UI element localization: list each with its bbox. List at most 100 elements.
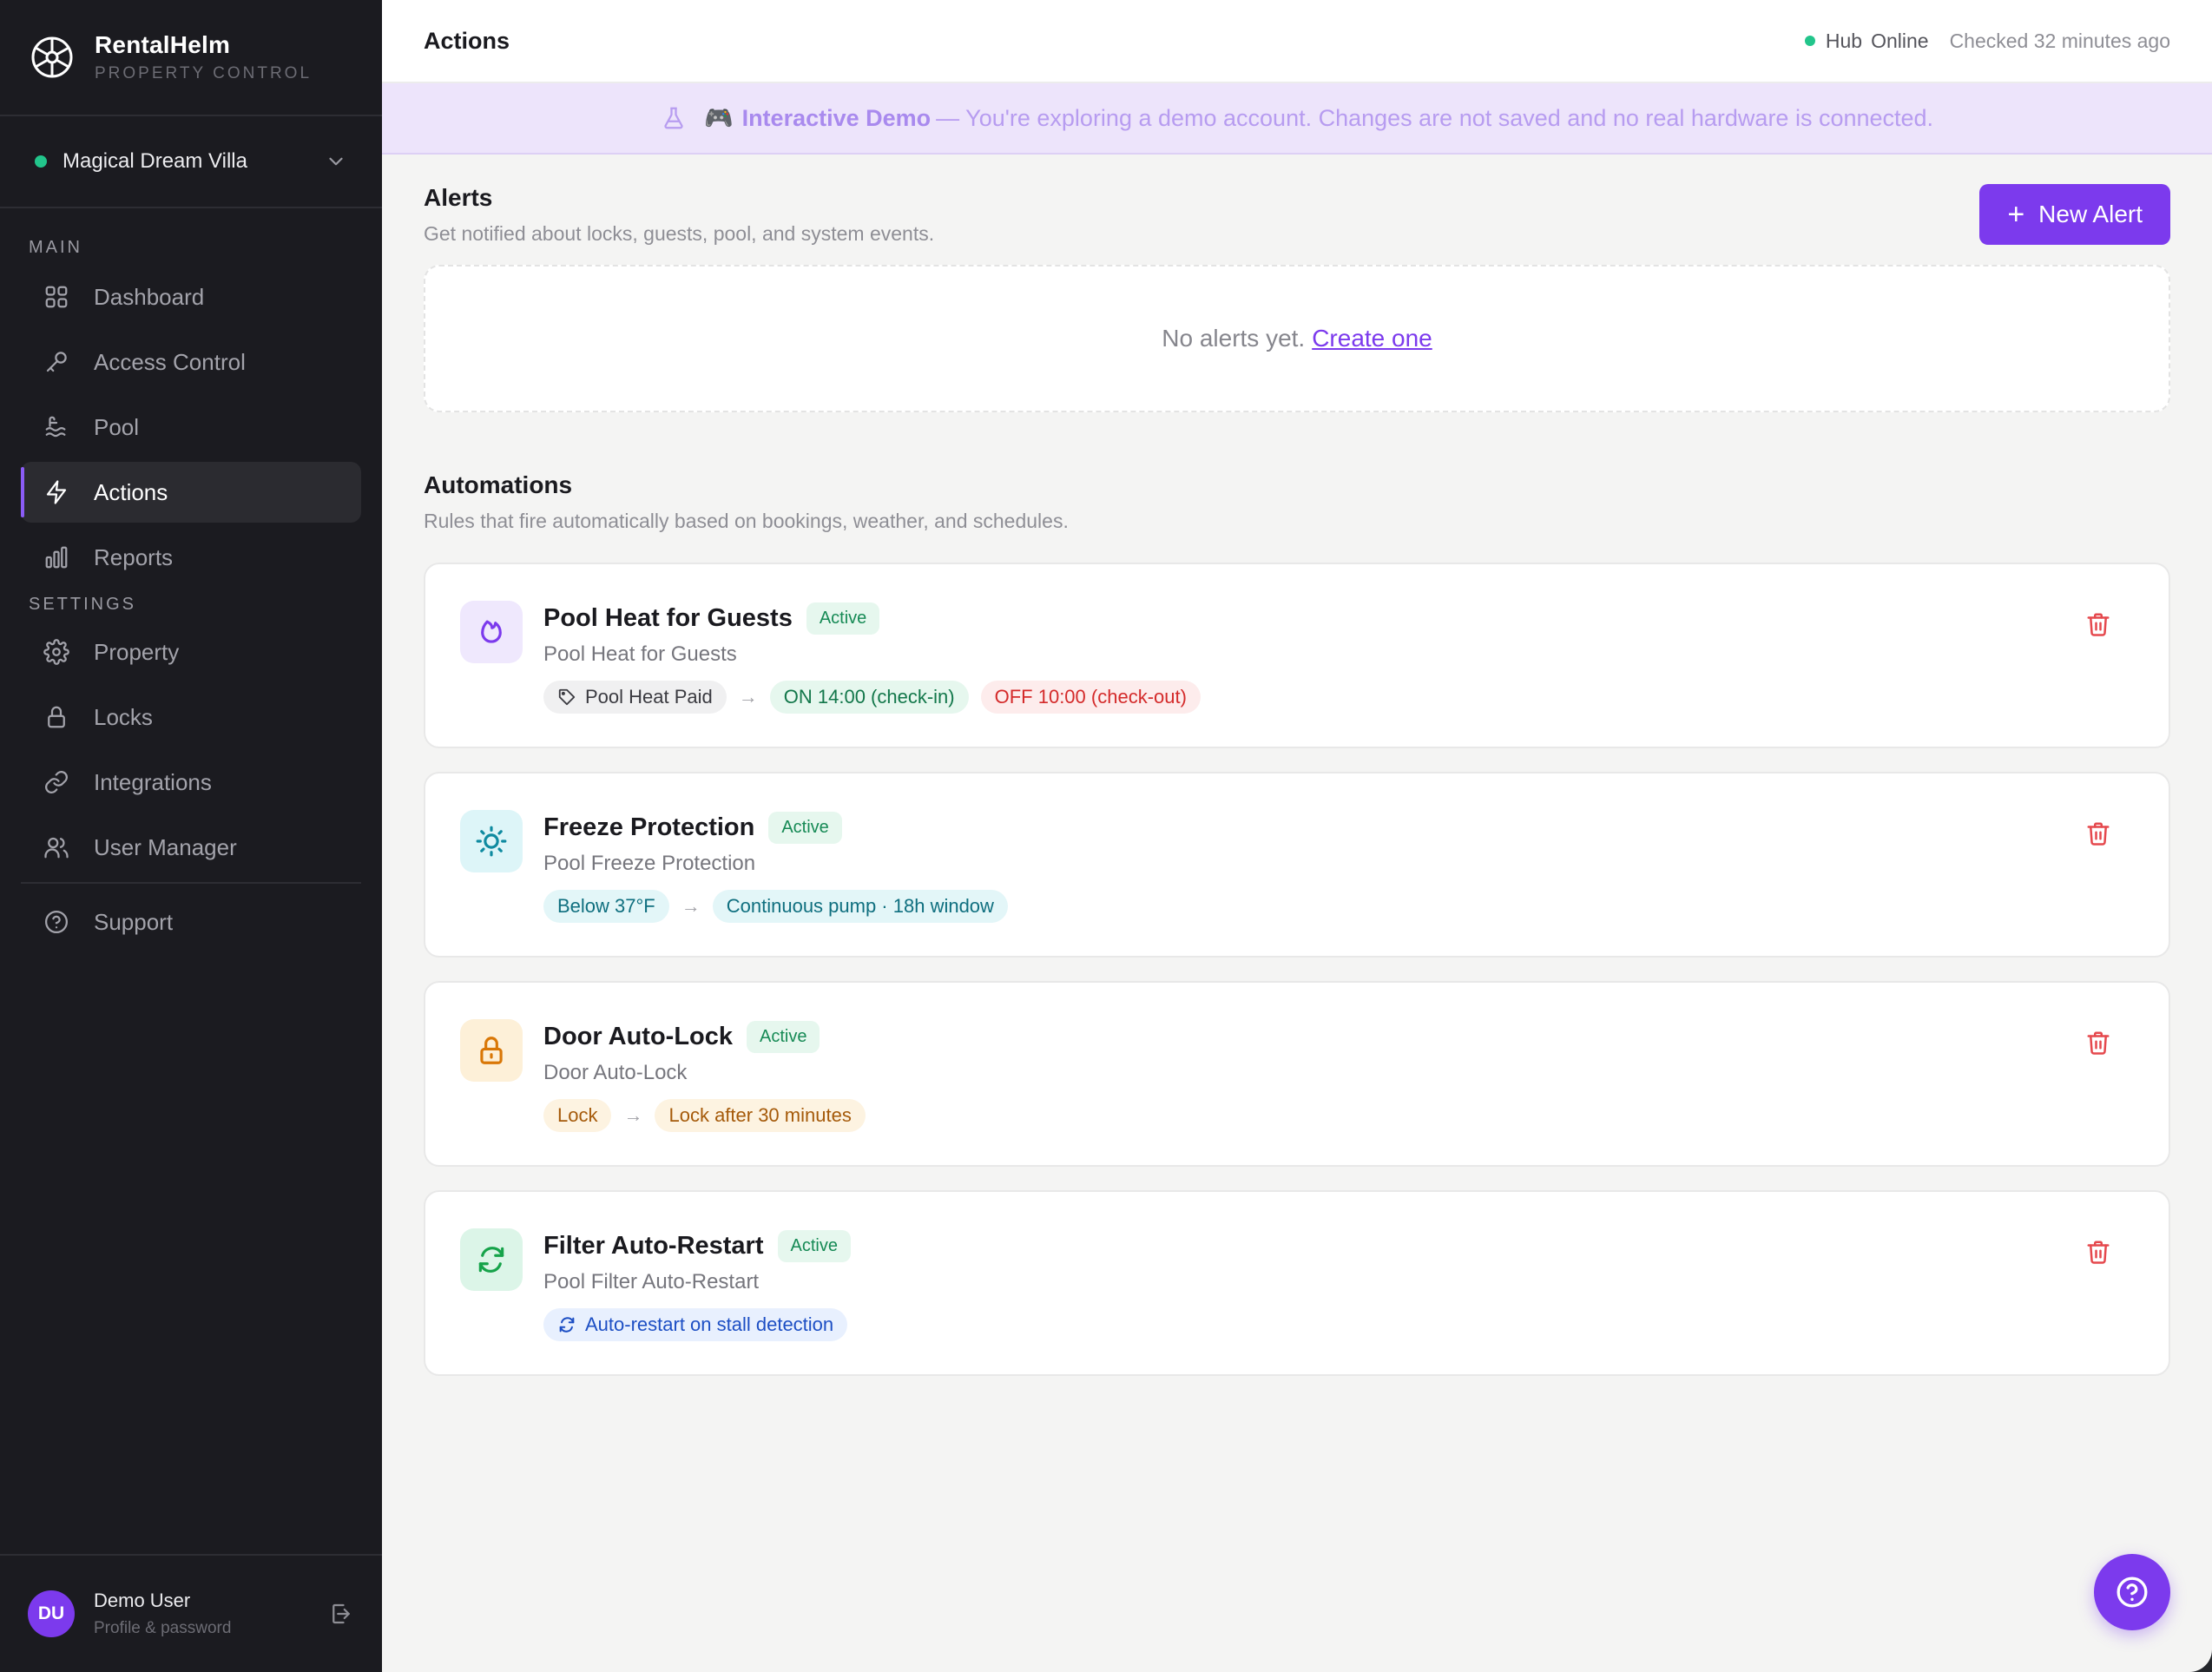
sidebar-item-label: Locks: [94, 703, 153, 730]
automation-subtitle: Pool Filter Auto-Restart: [543, 1270, 760, 1293]
create-alert-link[interactable]: Create one: [1312, 325, 1432, 352]
automation-subtitle: Pool Heat for Guests: [543, 642, 737, 666]
sidebar-item-reports[interactable]: Reports: [21, 527, 361, 588]
lock-icon: [48, 706, 65, 728]
automation-card-pool-heat[interactable]: Pool Heat for Guests Active Pool Heat fo…: [424, 563, 2170, 748]
help-circle-icon: [45, 911, 68, 933]
brand[interactable]: RentalHelm PROPERTY CONTROL: [0, 0, 382, 116]
topbar: Actions Hub Online Checked 32 minutes ag…: [382, 0, 2212, 83]
sidebar-item-integrations[interactable]: Integrations: [21, 752, 361, 813]
lightning-icon: [46, 480, 67, 504]
refresh-icon: [559, 1317, 575, 1333]
property-selector[interactable]: Magical Dream Villa: [0, 116, 382, 208]
automation-rule: Auto-restart on stall detection: [543, 1308, 851, 1341]
empty-text: No alerts yet.: [1162, 325, 1306, 352]
hub-status: Hub Online Checked 32 minutes ago: [1804, 29, 2170, 53]
waves-icon: [45, 416, 66, 438]
main-content: Actions Hub Online Checked 32 minutes ag…: [382, 0, 2212, 1672]
demo-banner: 🎮 Interactive Demo — You're exploring a …: [382, 83, 2212, 155]
trash-icon[interactable]: [2085, 820, 2111, 846]
action-on-chip: ON 14:00 (check-in): [769, 681, 969, 714]
action-chip: Lock after 30 minutes: [655, 1099, 866, 1132]
automation-card-filter-auto-restart[interactable]: Filter Auto-Restart Active Pool Filter A…: [424, 1190, 2170, 1376]
help-button[interactable]: [2094, 1554, 2170, 1630]
sidebar: RentalHelm PROPERTY CONTROL Magical Drea…: [0, 0, 382, 1672]
brand-subtitle: PROPERTY CONTROL: [95, 64, 313, 82]
automation-title: Filter Auto-Restart: [543, 1231, 764, 1260]
alerts-title: Alerts: [424, 184, 493, 211]
arrow-right-icon: →: [623, 1104, 643, 1126]
demo-banner-title: Interactive Demo: [741, 104, 932, 131]
property-name: Magical Dream Villa: [63, 149, 247, 173]
new-alert-label: New Alert: [2038, 201, 2143, 227]
brand-name: RentalHelm: [95, 31, 231, 58]
automation-icon-box: [460, 601, 523, 663]
action-off-chip: OFF 10:00 (check-out): [980, 681, 1201, 714]
arrow-right-icon: →: [738, 686, 758, 708]
hub-label: Hub: [1825, 29, 1863, 52]
automation-subtitle: Door Auto-Lock: [543, 1061, 688, 1084]
sidebar-item-locks[interactable]: Locks: [21, 687, 361, 747]
sidebar-item-label: Dashboard: [94, 283, 205, 310]
user-subtitle: Profile & password: [94, 1619, 232, 1637]
lock-icon: [480, 1037, 503, 1064]
help-circle-icon: [2117, 1577, 2148, 1608]
nav-section-main: MAIN: [29, 238, 82, 257]
trigger-chip: Pool Heat Paid: [543, 681, 727, 714]
tag-icon: [558, 688, 576, 706]
sidebar-item-label: Actions: [94, 478, 168, 505]
link-icon: [45, 771, 68, 793]
action-chip: Auto-restart on stall detection: [543, 1308, 848, 1341]
sidebar-item-label: Support: [94, 908, 174, 935]
hub-checked-time: Checked 32 minutes ago: [1949, 29, 2170, 52]
status-badge: Active: [768, 811, 842, 844]
automation-subtitle: Pool Freeze Protection: [543, 852, 756, 875]
sidebar-item-support[interactable]: Support: [21, 892, 361, 952]
automation-icon-box: [460, 1228, 523, 1291]
trash-icon[interactable]: [2085, 611, 2111, 637]
logout-icon[interactable]: [328, 1601, 354, 1627]
alerts-empty-state: No alerts yet. Create one: [424, 265, 2170, 412]
user-name: Demo User: [94, 1590, 191, 1611]
automation-card-freeze-protection[interactable]: Freeze Protection Active Pool Freeze Pro…: [424, 772, 2170, 958]
hub-status-text: Online: [1871, 29, 1929, 52]
trigger-chip: Lock: [543, 1099, 612, 1132]
sidebar-item-label: Pool: [94, 413, 140, 440]
action-chip: Continuous pump · 18h window: [712, 890, 1008, 923]
new-alert-button[interactable]: + New Alert: [1979, 184, 2170, 245]
key-icon: [46, 352, 67, 372]
automation-title: Freeze Protection: [543, 813, 755, 841]
automation-title: Door Auto-Lock: [543, 1022, 734, 1050]
sidebar-item-access-control[interactable]: Access Control: [21, 332, 361, 392]
automation-rule: Lock → Lock after 30 minutes: [543, 1099, 866, 1132]
gamepad-emoji: 🎮: [703, 105, 734, 131]
gear-icon: [43, 639, 69, 665]
sidebar-item-actions[interactable]: Actions: [21, 462, 361, 523]
trash-icon[interactable]: [2085, 1239, 2111, 1265]
grid-icon: [45, 286, 68, 308]
sidebar-item-property[interactable]: Property: [21, 622, 361, 682]
automations-description: Rules that fire automatically based on b…: [424, 510, 1069, 532]
user-profile[interactable]: DU Demo User Profile & password: [0, 1554, 382, 1672]
refresh-icon: [478, 1247, 504, 1273]
sidebar-item-pool[interactable]: Pool: [21, 397, 361, 457]
users-icon: [44, 837, 69, 859]
alerts-header: Alerts Get notified about locks, guests,…: [424, 184, 2170, 246]
avatar: DU: [28, 1590, 75, 1637]
plus-icon: +: [2007, 198, 2025, 231]
automations-header: Automations Rules that fire automaticall…: [424, 471, 2170, 533]
automation-title: Pool Heat for Guests: [543, 603, 793, 632]
automations-title: Automations: [424, 471, 573, 498]
content-area: Alerts Get notified about locks, guests,…: [382, 184, 2212, 1376]
sidebar-item-label: Property: [94, 638, 180, 665]
sidebar-item-dashboard[interactable]: Dashboard: [21, 267, 361, 327]
sidebar-item-user-manager[interactable]: User Manager: [21, 817, 361, 878]
helm-logo-icon: [31, 36, 73, 78]
hub-status-dot: [1804, 36, 1815, 46]
trash-icon[interactable]: [2085, 1030, 2111, 1056]
sidebar-item-label: Reports: [94, 543, 174, 570]
automation-icon-box: [460, 810, 523, 872]
chevron-down-icon: [329, 157, 343, 166]
sun-icon: [476, 826, 507, 857]
automation-card-door-auto-lock[interactable]: Door Auto-Lock Active Door Auto-Lock Loc…: [424, 981, 2170, 1167]
